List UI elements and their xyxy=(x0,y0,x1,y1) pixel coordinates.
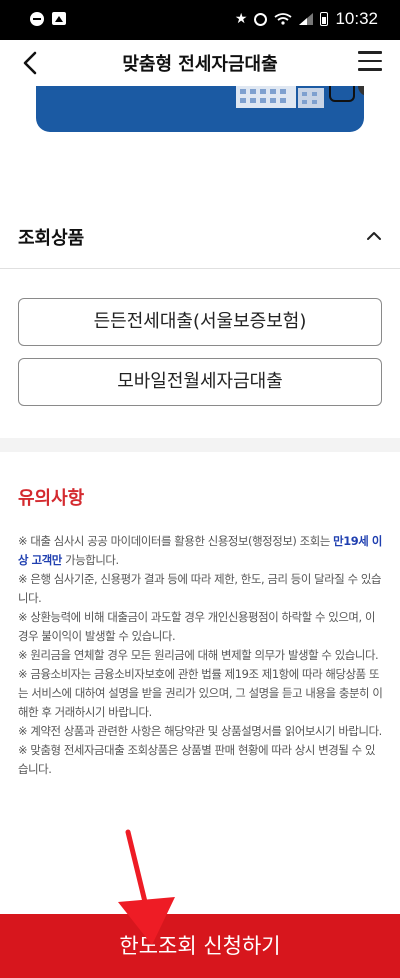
notice-item: ※ 대출 심사시 공공 마이데이터를 활용한 신용정보(행정정보) 조회는 만1… xyxy=(18,532,384,570)
back-icon[interactable] xyxy=(16,48,46,78)
notice-text: ※ 대출 심사시 공공 마이데이터를 활용한 신용정보(행정정보) 조회는 xyxy=(18,534,334,548)
product-button-deundeun[interactable]: 든든전세대출(서울보증보험) xyxy=(18,298,382,346)
divider xyxy=(0,268,400,269)
status-time: 10:32 xyxy=(335,9,378,28)
wifi-icon xyxy=(274,13,292,25)
do-not-disturb-icon xyxy=(30,12,44,26)
chevron-up-icon[interactable] xyxy=(364,226,384,246)
notice-title: 유의사항 xyxy=(18,488,85,509)
menu-icon[interactable] xyxy=(358,51,382,73)
promo-banner xyxy=(36,86,364,132)
notice-item: ※ 은행 심사기준, 신용평가 결과 등에 따라 제한, 한도, 금리 등이 달… xyxy=(18,572,382,605)
app-screen: ★ 10:32 맞춤형 전세자금대출 조회상품 든든전세대출(서울보증보험) 모… xyxy=(0,0,400,978)
image-notification-icon xyxy=(52,12,66,25)
status-indicators: ★ 10:32 xyxy=(235,9,378,29)
alarm-icon xyxy=(254,12,268,26)
section-separator xyxy=(0,438,400,452)
product-button-mobile[interactable]: 모바일전월세자금대출 xyxy=(18,358,382,406)
limit-inquiry-button[interactable]: 한도조회 신청하기 xyxy=(0,914,400,978)
star-icon: ★ xyxy=(234,11,248,27)
notice-list: ※ 대출 심사시 공공 마이데이터를 활용한 신용정보(행정정보) 조회는 만1… xyxy=(18,532,384,779)
notice-item: ※ 맞춤형 전세자금대출 조회상품은 상품별 판매 현황에 따라 상시 변경될 … xyxy=(18,743,376,776)
battery-icon xyxy=(320,12,329,26)
notice-item: ※ 원리금을 연체할 경우 모든 원리금에 대해 변제할 의무가 발생할 수 있… xyxy=(18,648,379,662)
section-title: 조회상품 xyxy=(18,228,85,249)
decoration-shape xyxy=(358,86,364,96)
building-illustration xyxy=(236,86,324,108)
page-title: 맞춤형 전세자금대출 xyxy=(122,54,278,75)
notice-text: 가능합니다. xyxy=(61,553,119,567)
notice-item: ※ 상환능력에 비해 대출금이 과도할 경우 개인신용평점이 하락할 수 있으며… xyxy=(18,610,376,643)
signal-icon xyxy=(299,13,314,25)
status-bar: ★ 10:32 xyxy=(0,0,400,40)
device-illustration xyxy=(329,86,355,102)
status-notifications xyxy=(30,12,66,26)
app-header: 맞춤형 전세자금대출 xyxy=(0,40,400,86)
notice-item: ※ 계약전 상품과 관련한 사항은 해당약관 및 상품설명서를 읽어보시기 바랍… xyxy=(18,724,382,738)
notice-item: ※ 금융소비자는 금융소비자보호에 관한 법률 제19조 제1항에 따라 해당상… xyxy=(18,667,383,719)
